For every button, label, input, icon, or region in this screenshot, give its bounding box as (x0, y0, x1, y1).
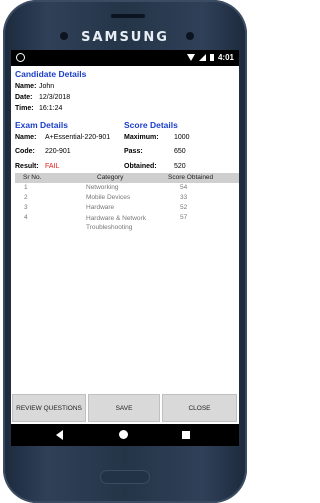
exam-name-label: Name: (15, 134, 37, 141)
back-icon[interactable] (56, 430, 63, 440)
notification-icon (16, 53, 25, 62)
row-category: Networking (86, 184, 119, 191)
row-category: Mobile Devices (86, 194, 131, 201)
exam-code: 220-901 (45, 148, 71, 155)
speaker-grille (111, 14, 145, 18)
row-sr: 2 (24, 194, 28, 201)
save-button[interactable]: SAVE (88, 394, 160, 422)
battery-icon (209, 54, 214, 61)
score-obtained: 520 (174, 163, 186, 170)
candidate-time-label: Time: (15, 105, 34, 112)
candidate-time: 16:1:24 (39, 105, 63, 112)
status-bar: 4:01 (11, 50, 239, 66)
hardware-home-button[interactable] (100, 470, 150, 484)
header-sr-no: Sr No. (23, 174, 42, 181)
score-pass: 650 (174, 148, 186, 155)
home-icon[interactable] (119, 430, 128, 439)
close-button[interactable]: CLOSE (162, 394, 237, 422)
exam-code-label: Code: (15, 148, 35, 155)
status-time: 4:01 (217, 53, 234, 62)
row-sr: 3 (24, 204, 28, 211)
exam-details-heading: Exam Details (15, 120, 68, 130)
candidate-date-label: Date: (15, 94, 33, 101)
score-maximum-label: Maximum: (124, 134, 159, 141)
row-score: 52 (180, 204, 188, 211)
row-score: 54 (180, 184, 188, 191)
row-category: Hardware (86, 204, 115, 211)
candidate-details-heading: Candidate Details (15, 69, 87, 79)
score-maximum: 1000 (174, 134, 190, 141)
candidate-name-label: Name: (15, 83, 37, 90)
row-sr: 4 (24, 214, 28, 221)
header-score-obtained: Score Obtained (168, 174, 214, 181)
row-score: 33 (180, 194, 188, 201)
row-category: Hardware & Network Troubleshooting (86, 215, 146, 231)
action-bar: REVIEW QUESTIONS SAVE CLOSE (11, 394, 239, 424)
score-details-heading: Score Details (124, 120, 178, 130)
table-header: Sr No. Category Score Obtained (15, 173, 239, 183)
navigation-bar (11, 424, 239, 446)
exam-result-label: Result: (15, 163, 39, 170)
signal-icon (198, 54, 206, 61)
device-brand: SAMSUNG (81, 30, 169, 45)
header-category: Category (97, 174, 124, 181)
exam-name: A+Essential-220-901 (45, 134, 111, 141)
exam-result: FAIL (45, 163, 60, 170)
row-sr: 1 (24, 184, 28, 191)
review-questions-button[interactable]: REVIEW QUESTIONS (12, 394, 86, 422)
recent-apps-icon[interactable] (182, 431, 190, 439)
row-score: 57 (180, 214, 188, 221)
screen: 4:01 Candidate Details Name: John Date: … (11, 50, 239, 446)
score-obtained-label: Obtained: (124, 163, 157, 170)
candidate-name: John (39, 83, 55, 90)
candidate-date: 12/3/2018 (39, 94, 71, 101)
wifi-icon (186, 54, 195, 61)
score-pass-label: Pass: (124, 148, 143, 155)
